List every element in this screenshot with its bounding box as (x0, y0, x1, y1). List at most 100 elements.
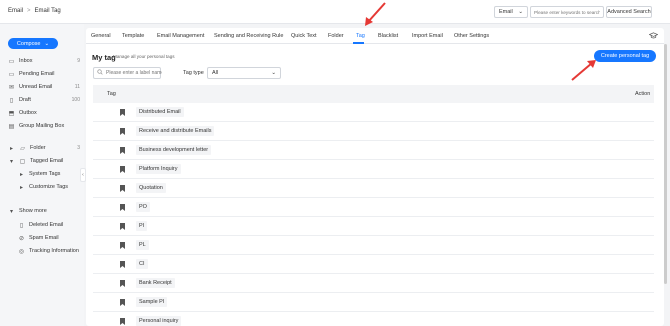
inbox-icon: ▭ (8, 58, 15, 65)
advanced-search-button[interactable]: Advanced Search (606, 6, 652, 18)
sidebar-item-count: 100 (71, 97, 80, 103)
tab-folder[interactable]: Folder (328, 33, 344, 39)
sidebar-item-label: Group Mailing Box (19, 123, 65, 129)
tab-import-email[interactable]: Import Email (412, 33, 443, 39)
sidebar-item-unread[interactable]: ✉ Unread Email 11 (8, 82, 80, 92)
tab-general[interactable]: General (91, 33, 111, 39)
sidebar-item-spam[interactable]: ⊘ Spam Email (8, 233, 80, 243)
sidebar-item-deleted[interactable]: ▯ Deleted Email (8, 220, 80, 230)
create-personal-tag-button[interactable]: Create personal tag (594, 50, 656, 62)
compose-label: Compose (16, 40, 41, 47)
tab-other-settings[interactable]: Other Settings (454, 33, 489, 39)
sidebar-item-inbox[interactable]: ▭ Inbox 9 (8, 56, 80, 66)
draft-icon: ▯ (9, 97, 14, 104)
tab-template[interactable]: Template (122, 33, 144, 39)
sidebar-item-label: System Tags (29, 171, 61, 177)
annotation-arrow-create (571, 60, 596, 81)
search-icon (97, 69, 103, 77)
table-row[interactable]: Personal inquiry (93, 312, 654, 326)
annotation-arrow-tag (365, 2, 386, 26)
sidebar-item-count: 9 (77, 58, 80, 64)
chevron-down-icon: ▾ (9, 208, 13, 215)
chevron-down-icon: ⌄ (271, 70, 276, 76)
tag-name: Business development letter (136, 145, 212, 155)
sidebar-item-outbox[interactable]: ⬒ Outbox (8, 108, 80, 118)
tag-name: CI (136, 259, 148, 269)
tag-name: Platform Inquiry (136, 164, 181, 174)
page-subtitle: Manage all your personal tags (113, 54, 175, 59)
sidebar-item-label: Tagged Email (30, 158, 64, 164)
search-input[interactable] (530, 6, 604, 18)
tag-table: Tag Action Distributed Email Receive and … (93, 85, 654, 326)
compose-button[interactable]: Compose ⌄ (8, 38, 58, 49)
tag-name: Receive and distribute Emails (136, 126, 215, 136)
bookmark-icon (120, 109, 125, 116)
table-row[interactable]: Sample PI (93, 293, 654, 312)
unread-icon: ✉ (8, 84, 15, 91)
tracking-icon: ◎ (18, 248, 25, 255)
table-row[interactable]: PL (93, 236, 654, 255)
outbox-icon: ⬒ (8, 110, 15, 117)
sidebar-show-more[interactable]: ▾ Show more (8, 206, 80, 216)
label-search-field[interactable] (93, 67, 162, 79)
bookmark-icon (120, 204, 125, 211)
group-icon: ▤ (8, 123, 15, 130)
table-row[interactable]: Distributed Email (93, 103, 654, 122)
tag-name: PI (136, 221, 148, 231)
table-row[interactable]: CI (93, 255, 654, 274)
tag-name: Distributed Email (136, 107, 184, 117)
sidebar-item-count: 11 (74, 84, 80, 90)
active-tab-underline (353, 42, 364, 44)
sidebar-item-label: Pending Email (19, 71, 55, 77)
page-scrollbar[interactable] (664, 44, 667, 284)
sidebar-item-draft[interactable]: ▯ Draft 100 (8, 95, 80, 105)
sidebar-item-label: Outbox (19, 110, 37, 116)
tab-sending-receiving-rule[interactable]: Sending and Receiving Rule (214, 33, 283, 39)
trash-icon: ▯ (19, 222, 24, 229)
bookmark-icon (120, 261, 125, 268)
sidebar-item-folder[interactable]: ▸ ▱ Folder 3 (8, 143, 80, 153)
table-row[interactable]: Platform Inquiry (93, 160, 654, 179)
table-row[interactable]: PI (93, 217, 654, 236)
sidebar-item-pending[interactable]: ▭ Pending Email (8, 69, 80, 79)
pending-icon: ▭ (8, 71, 15, 78)
search-type-select[interactable]: Email ⌄ (494, 6, 528, 18)
spam-icon: ⊘ (18, 235, 25, 242)
bookmark-icon (120, 318, 125, 325)
tag-type-select[interactable]: All ⌄ (207, 67, 281, 79)
tag-type-value: All (212, 70, 219, 76)
table-header: Tag Action (93, 85, 654, 103)
tag-name: PO (136, 202, 150, 212)
chevron-down-icon: ⌄ (518, 9, 523, 15)
table-row[interactable]: Quotation (93, 179, 654, 198)
sidebar-item-tagged-email[interactable]: ▾ ▢ Tagged Email (8, 156, 80, 166)
sidebar-item-tracking[interactable]: ◎ Tracking Information (8, 246, 80, 256)
tab-blacklist[interactable]: Blacklist (378, 33, 398, 39)
caret-right-icon: ▸ (19, 171, 23, 178)
column-header-action: Action (635, 91, 651, 97)
bookmark-icon (120, 128, 125, 135)
tab-tag[interactable]: Tag (356, 33, 365, 39)
sidebar-item-group-mailing[interactable]: ▤ Group Mailing Box (8, 121, 80, 131)
sidebar-item-customize-tags[interactable]: ▸ Customize Tags (8, 182, 80, 192)
sidebar-item-count: 3 (77, 145, 80, 151)
breadcrumb-separator: > (27, 8, 31, 14)
sidebar-item-label: Folder (30, 145, 46, 151)
graduation-cap-icon[interactable] (648, 31, 659, 40)
tag-icon: ▢ (19, 158, 26, 165)
column-header-tag: Tag (107, 91, 116, 97)
tab-email-management[interactable]: Email Management (157, 33, 204, 39)
sidebar-item-label: Unread Email (19, 84, 53, 90)
label-search-input[interactable] (106, 70, 162, 76)
sidebar-item-system-tags[interactable]: ▸ System Tags (8, 169, 80, 179)
table-row[interactable]: Receive and distribute Emails (93, 122, 654, 141)
bookmark-icon (120, 280, 125, 287)
tab-quick-text[interactable]: Quick Text (291, 33, 317, 39)
table-row[interactable]: Bank Receipt (93, 274, 654, 293)
breadcrumb-email[interactable]: Email (8, 8, 23, 14)
table-row[interactable]: Business development letter (93, 141, 654, 160)
bookmark-icon (120, 299, 125, 306)
sidebar: Compose ⌄ ▭ Inbox 9 ▭ Pending Email ✉ Un… (0, 24, 84, 326)
tag-name: PL (136, 240, 149, 250)
table-row[interactable]: PO (93, 198, 654, 217)
